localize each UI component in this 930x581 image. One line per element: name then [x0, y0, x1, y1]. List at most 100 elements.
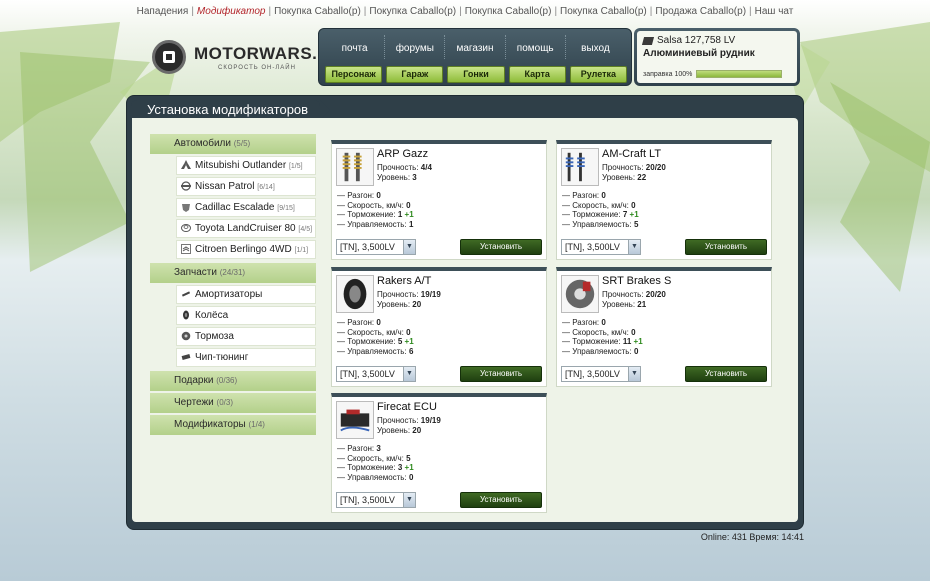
- nissan-logo-icon: [181, 181, 191, 191]
- install-button[interactable]: Установить: [460, 366, 542, 382]
- top-link-4[interactable]: Покупка Caballo(p): [462, 6, 555, 17]
- durability-value: 19/19: [420, 416, 441, 425]
- top-link-3[interactable]: Покупка Caballo(p): [366, 6, 459, 17]
- chip-icon: [181, 354, 191, 360]
- coilover-image: [561, 148, 599, 186]
- level-value: 3: [412, 173, 417, 182]
- top-link-2[interactable]: Покупка Caballo(p): [271, 6, 364, 17]
- modifier-meta: Прочность: 19/19 Уровень: 20: [377, 290, 441, 309]
- toyota-logo-icon: [181, 224, 191, 232]
- nav-garage-button[interactable]: Гараж: [386, 66, 444, 83]
- brake-disc-icon: [181, 331, 191, 341]
- fuel-indicator: заправка 100%: [643, 70, 783, 78]
- top-link-7[interactable]: Наш чат: [752, 6, 797, 17]
- price-select[interactable]: [TN], 3,500LV ▼: [336, 366, 416, 382]
- level-value: 21: [637, 300, 647, 309]
- chevron-down-icon[interactable]: ▼: [403, 493, 415, 507]
- shock-absorber-icon: [181, 291, 191, 297]
- page-title: Установка модификаторов: [131, 100, 331, 120]
- brake-bonus: +1: [404, 463, 414, 473]
- category-parts[interactable]: Запчасти (24/31): [150, 263, 316, 283]
- price-select[interactable]: [TN], 3,500LV ▼: [336, 492, 416, 508]
- modifier-meta: Прочность: 19/19 Уровень: 20: [377, 416, 441, 435]
- mitsubishi-logo-icon: [181, 160, 191, 169]
- top-link-0[interactable]: Нападения: [134, 6, 192, 17]
- durability-value: 20/20: [645, 163, 666, 172]
- chevron-down-icon[interactable]: ▼: [403, 240, 415, 254]
- car-item-cadillac[interactable]: Cadillac Escalade [9/15]: [176, 198, 316, 217]
- modifier-card: SRT Brakes S Прочность: 20/20 Уровень: 21 —…: [556, 267, 772, 387]
- user-money-line: Salsa 127,758 LV: [641, 35, 791, 46]
- modifier-stats: — Разгон: 0— Скорость, км/ч: 0— Торможен…: [562, 318, 643, 357]
- nav-races-button[interactable]: Гонки: [447, 66, 505, 83]
- nav-forums[interactable]: форумы: [385, 35, 446, 59]
- citroen-logo-icon: [181, 244, 191, 254]
- modifier-stats: — Разгон: 0— Скорость, км/ч: 0— Торможен…: [562, 191, 639, 230]
- nav-logout[interactable]: выход: [566, 35, 625, 59]
- user-location: Алюминиевый рудник: [643, 48, 755, 59]
- modifier-name: AM-Craft LT: [602, 148, 662, 160]
- install-button[interactable]: Установить: [460, 239, 542, 255]
- tire-image: [336, 275, 374, 313]
- main-panel-body: Автомобили (5/5) Mitsubishi Outlander [1…: [132, 118, 798, 522]
- car-item-toyota[interactable]: Toyota LandCruiser 80 [4/5]: [176, 219, 316, 238]
- car-item-citroen[interactable]: Citroen Berlingo 4WD [1/1]: [176, 240, 316, 259]
- chevron-down-icon[interactable]: ▼: [628, 367, 640, 381]
- top-link-6[interactable]: Продажа Caballo(p): [652, 6, 749, 17]
- main-panel: Установка модификаторов Автомобили (5/5)…: [126, 95, 804, 530]
- user-name-money[interactable]: Salsa 127,758 LV: [657, 35, 735, 46]
- category-gifts[interactable]: Подарки (0/36): [150, 371, 316, 391]
- ecu-image: [336, 401, 374, 439]
- cadillac-logo-icon: [182, 204, 190, 212]
- nav-roulette-button[interactable]: Рулетка: [569, 66, 628, 83]
- top-link-5[interactable]: Покупка Caballo(p): [557, 6, 650, 17]
- nav-shop[interactable]: магазин: [445, 35, 506, 59]
- car-item-nissan[interactable]: Nissan Patrol [6/14]: [176, 177, 316, 196]
- primary-nav: почта форумы магазин помощь выход: [325, 35, 625, 59]
- install-button[interactable]: Установить: [460, 492, 542, 508]
- chevron-down-icon[interactable]: ▼: [628, 240, 640, 254]
- level-value: 22: [637, 173, 647, 182]
- durability-value: 4/4: [420, 163, 432, 172]
- modifier-meta: Прочность: 4/4 Уровень: 3: [377, 163, 432, 182]
- durability-value: 20/20: [645, 290, 666, 299]
- top-links-bar: Нападения | Модификатор | Покупка Caballo(p)…: [0, 6, 930, 17]
- shock-absorber-image: [336, 148, 374, 186]
- brake-bonus: +1: [629, 210, 639, 220]
- parts-item-shocks[interactable]: Амортизаторы: [176, 285, 316, 304]
- parts-item-wheels[interactable]: Колёса: [176, 306, 316, 325]
- modifier-stats: — Разгон: 0— Скорость, км/ч: 0— Торможен…: [337, 318, 414, 357]
- logo-tagline: СКОРОСТЬ ОН-ЛАЙН: [218, 65, 296, 71]
- sidebar: Автомобили (5/5) Mitsubishi Outlander [1…: [150, 134, 316, 437]
- nav-help[interactable]: помощь: [506, 35, 566, 59]
- modifier-meta: Прочность: 20/20 Уровень: 21: [602, 290, 666, 309]
- price-select[interactable]: [TN], 3,500LV ▼: [561, 366, 641, 382]
- car-item-mitsubishi[interactable]: Mitsubishi Outlander [1/5]: [176, 156, 316, 175]
- nav-character-button[interactable]: Персонаж: [325, 66, 383, 83]
- nav-mail[interactable]: почта: [325, 35, 386, 59]
- price-select[interactable]: [TN], 3,500LV ▼: [336, 239, 416, 255]
- durability-value: 19/19: [420, 290, 441, 299]
- chevron-down-icon[interactable]: ▼: [403, 367, 415, 381]
- modifier-meta: Прочность: 20/20 Уровень: 22: [602, 163, 666, 182]
- parts-item-brakes[interactable]: Тормоза: [176, 327, 316, 346]
- modifier-card: ARP Gazz Прочность: 4/4 Уровень: 3 — Разгон…: [331, 140, 547, 260]
- install-button[interactable]: Установить: [685, 366, 767, 382]
- install-button[interactable]: Установить: [685, 239, 767, 255]
- footer-status: Online: 431 Время: 14:41: [701, 532, 804, 542]
- brake-bonus: +1: [404, 337, 414, 347]
- brake-bonus: +1: [404, 210, 414, 220]
- flag-icon: [641, 36, 655, 45]
- category-modifiers[interactable]: Модификаторы (1/4): [150, 415, 316, 435]
- modifier-card: AM-Craft LT Прочность: 20/20 Уровень: 22 — …: [556, 140, 772, 260]
- price-select[interactable]: [TN], 3,500LV ▼: [561, 239, 641, 255]
- secondary-nav: Персонаж Гараж Гонки Карта Рулетка: [325, 66, 628, 83]
- nav-map-button[interactable]: Карта: [508, 66, 566, 83]
- level-value: 20: [412, 426, 422, 435]
- category-cars[interactable]: Автомобили (5/5): [150, 134, 316, 154]
- category-blueprints[interactable]: Чертежи (0/3): [150, 393, 316, 413]
- modifier-name: ARP Gazz: [377, 148, 429, 160]
- site-logo[interactable]: MOTORWARS.RU СКОРОСТЬ ОН-ЛАЙН: [152, 40, 342, 76]
- top-link-1[interactable]: Модификатор: [194, 6, 269, 17]
- parts-item-chip[interactable]: Чип-тюнинг: [176, 348, 316, 367]
